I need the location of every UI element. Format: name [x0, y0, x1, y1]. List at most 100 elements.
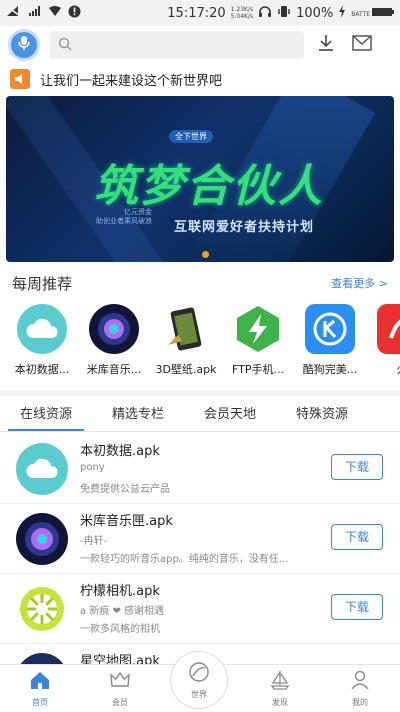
item-description: 一款多风格的相机 — [80, 624, 160, 635]
item-description: 一款轻巧的听音乐app。纯纯的音乐，没有任... — [80, 554, 289, 565]
nav-label: 发现 — [272, 698, 288, 707]
download-speed: 5.04K/s — [230, 13, 254, 20]
mail-icon — [352, 35, 372, 55]
charging-icon — [338, 4, 346, 22]
promo-banner[interactable]: 全下世界 筑梦合伙人 亿元资金 助创业者乘风破浪 互联网爱好者扶持计划 — [6, 96, 394, 262]
tab-special-resources[interactable]: 特殊资源 — [276, 398, 368, 431]
top-header — [0, 26, 400, 64]
nav-label: 世界 — [191, 689, 207, 699]
download-button[interactable]: 下载 — [331, 454, 383, 480]
headphones-icon — [258, 5, 272, 22]
item-name: 本初数据.apk — [80, 444, 160, 459]
speaker-icon — [10, 69, 30, 89]
download-button[interactable]: 下载 — [331, 594, 383, 620]
resource-tabs: 在线资源 精选专栏 会员天地 特殊资源 — [0, 398, 400, 432]
banner-title: 筑梦合伙人 — [94, 161, 324, 212]
crown-icon — [109, 669, 131, 695]
announcement-text: 让我们一起来建设这个新世界吧 — [40, 73, 223, 89]
tab-online-resources[interactable]: 在线资源 — [0, 398, 92, 431]
status-bar: 15:17:20 1.23K/s 5.04K/s 100% BATTE — [0, 0, 400, 26]
cloud-icon — [17, 304, 67, 354]
list-item[interactable]: 本初数据.apk pony 免费提供公益云产品 下载 — [0, 434, 400, 504]
banner-side-line: 亿元资金 — [124, 208, 152, 216]
signal-off-icon — [6, 5, 22, 21]
carousel-indicator[interactable] — [202, 251, 209, 258]
app-card[interactable]: 酷狗完美... — [298, 304, 362, 377]
banner-side-line: 助创业者乘风破浪 — [96, 217, 152, 225]
network-speed: 1.23K/s 5.04K/s — [231, 6, 253, 20]
tab-member-zone[interactable]: 会员天地 — [184, 398, 276, 431]
weekly-apps-carousel[interactable]: 本初数据... 米库音乐... 3D壁纸.apk FTP手机... 酷狗完美..… — [0, 304, 400, 384]
battery-indicator: BATTE — [351, 8, 394, 18]
kugou-icon — [305, 304, 355, 354]
cloud-icon — [16, 443, 68, 495]
banner-tag: 全下世界 — [169, 130, 213, 143]
nav-label: 会员 — [112, 698, 128, 707]
download-button[interactable] — [312, 31, 340, 59]
music-disc-icon — [89, 304, 139, 354]
section-divider — [0, 390, 400, 396]
item-name: 米库音乐匣.apk — [80, 514, 173, 529]
list-item[interactable]: 米库音乐匣.apk -冉轩- 一款轻巧的听音乐app。纯纯的音乐，没有任... … — [0, 504, 400, 574]
lemon-camera-icon — [16, 583, 68, 635]
star-map-icon — [16, 653, 68, 664]
resource-list: 本初数据.apk pony 免费提供公益云产品 下载 米库音乐匣.apk -冉轩… — [0, 434, 400, 664]
tab-featured-columns[interactable]: 精选专栏 — [92, 398, 184, 431]
battery-label: BATTE — [351, 11, 371, 18]
clock: 15:17:20 — [167, 5, 226, 21]
list-item[interactable]: 柠檬相机.apk a 新痕 ❤ 感谢相遇 一款多风格的相机 下载 — [0, 574, 400, 644]
music-disc-icon — [16, 513, 68, 565]
search-input[interactable] — [78, 38, 288, 52]
nav-world[interactable]: 世界 — [170, 651, 228, 709]
app-card[interactable]: 3D壁纸.apk — [154, 304, 218, 377]
app-card[interactable]: FTP手机... — [226, 304, 290, 377]
battery-icon — [372, 8, 394, 16]
upload-speed: 1.23K/s — [230, 6, 254, 13]
battery-percent: 100% — [296, 5, 334, 21]
banner-subtitle: 互联网爱好者扶持计划 — [174, 220, 315, 235]
messages-button[interactable] — [348, 31, 376, 59]
world-icon — [188, 661, 210, 687]
search-bar[interactable] — [50, 31, 304, 59]
app-label: 米库音乐... — [86, 363, 142, 376]
item-name: 星空地图.apk — [80, 654, 160, 664]
nav-vip[interactable]: 会员 — [90, 669, 150, 708]
red-app-icon — [377, 304, 400, 354]
item-name: 柠檬相机.apk — [80, 584, 160, 599]
mic-icon — [17, 35, 31, 55]
nav-mine[interactable]: 我的 — [330, 669, 390, 708]
download-icon — [317, 33, 335, 57]
download-button[interactable]: 下载 — [331, 524, 383, 550]
section-title: 每周推荐 — [12, 274, 73, 293]
banner-side-text: 亿元资金 助创业者乘风破浪 — [96, 208, 152, 226]
announcement-bar[interactable]: 让我们一起来建设这个新世界吧 — [0, 64, 400, 94]
vibrate-icon — [277, 5, 291, 22]
nav-home[interactable]: 首页 — [10, 669, 70, 708]
bottom-navigation: 首页 会员 世界 发现 我的 — [0, 651, 400, 712]
app-label: FTP手机... — [232, 363, 284, 376]
sailboat-icon — [269, 669, 291, 695]
phone-wallpaper-icon — [161, 304, 211, 354]
item-author: pony — [80, 462, 105, 473]
item-author: a 新痕 ❤ 感谢相遇 — [80, 606, 165, 617]
user-icon — [349, 669, 371, 695]
app-label: 火 — [397, 361, 400, 377]
nav-label: 我的 — [352, 698, 368, 707]
app-label: 本初数据... — [14, 363, 70, 376]
app-label: 酷狗完美... — [302, 363, 358, 376]
ftp-bolt-icon — [233, 304, 283, 354]
nav-label: 首页 — [32, 698, 48, 707]
app-label: 3D壁纸.apk — [155, 363, 217, 376]
see-more-link[interactable]: 查看更多 > — [331, 275, 388, 291]
voice-search-button[interactable] — [8, 29, 40, 61]
home-icon — [29, 669, 51, 695]
notification-alert-icon — [68, 5, 81, 22]
app-card[interactable]: 本初数据... — [10, 304, 74, 377]
sim-signal-icon — [28, 5, 42, 21]
item-author: -冉轩- — [80, 536, 108, 547]
app-card[interactable]: 米库音乐... — [82, 304, 146, 377]
wifi-icon — [48, 5, 62, 21]
nav-discover[interactable]: 发现 — [250, 669, 310, 708]
weekly-section-header: 每周推荐 查看更多 > — [0, 270, 400, 296]
app-card[interactable]: 火 — [370, 304, 400, 377]
